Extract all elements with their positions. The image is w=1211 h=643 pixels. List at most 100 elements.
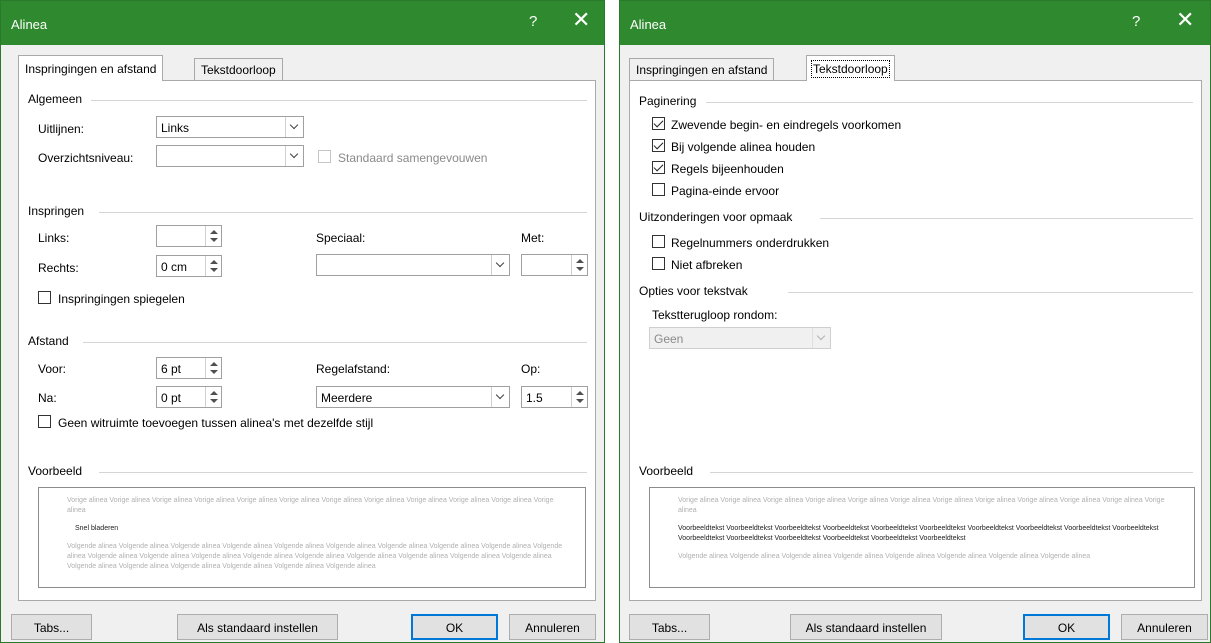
space-before-input[interactable]: 6 pt <box>156 357 222 379</box>
ok-button[interactable]: OK <box>1023 614 1110 640</box>
tab-indents-spacing[interactable]: Inspringingen en afstand <box>18 55 164 81</box>
widow-control-label: Zwevende begin- en eindregels voorkomen <box>671 118 902 132</box>
chevron-down-icon <box>491 255 509 275</box>
ok-button[interactable]: OK <box>411 614 498 640</box>
spinner-arrows-icon[interactable] <box>205 387 221 407</box>
preview-next-text: Volgende alinea Volgende alinea Volgende… <box>678 553 1091 560</box>
tab-panel: Algemeen Uitlijnen: Links Overzichtsnive… <box>18 80 596 601</box>
by-input[interactable] <box>521 254 588 276</box>
general-heading: Algemeen <box>28 92 83 106</box>
divider <box>820 218 1193 219</box>
tab-line-page-breaks[interactable]: Tekstdoorloop <box>806 55 895 81</box>
cancel-button[interactable]: Annuleren <box>509 614 596 640</box>
textbox-options-heading: Opties voor tekstvak <box>639 284 748 298</box>
no-space-same-style-label: Geen witruimte toevoegen tussen alinea's… <box>58 416 374 430</box>
paragraph-preview: Vorige alinea Vorige alinea Vorige aline… <box>649 487 1195 588</box>
title-bar: Alinea ? ✕ <box>620 1 1210 45</box>
line-spacing-label: Regelafstand: <box>316 362 391 376</box>
exceptions-heading: Uitzonderingen voor opmaak <box>639 210 793 224</box>
divider <box>99 212 587 213</box>
help-icon[interactable]: ? <box>529 13 537 30</box>
keep-with-next-label: Bij volgende alinea houden <box>671 140 816 154</box>
tabs-button[interactable]: Tabs... <box>629 614 710 640</box>
outline-level-select[interactable] <box>156 145 304 167</box>
keep-with-next-checkbox[interactable] <box>652 139 665 152</box>
align-select[interactable]: Links <box>156 116 304 138</box>
page-break-before-checkbox[interactable] <box>652 183 665 196</box>
spacing-heading: Afstand <box>28 334 69 348</box>
page-break-before-label: Pagina-einde ervoor <box>671 184 780 198</box>
preview-previous-text: Vorige alinea Vorige alinea Vorige aline… <box>678 497 1165 514</box>
no-space-same-style-checkbox[interactable] <box>38 415 51 428</box>
special-select[interactable] <box>316 254 510 276</box>
pagination-heading: Paginering <box>639 94 697 108</box>
indent-heading: Inspringen <box>28 204 85 218</box>
indent-left-label: Links: <box>38 231 70 245</box>
line-spacing-select[interactable]: Meerdere <box>316 386 510 408</box>
after-label: Na: <box>38 391 57 405</box>
indent-left-input[interactable] <box>156 225 222 247</box>
spinner-arrows-icon[interactable] <box>205 256 221 276</box>
tab-indents-spacing[interactable]: Inspringingen en afstand <box>629 58 775 80</box>
cancel-button[interactable]: Annuleren <box>1121 614 1208 640</box>
close-icon[interactable]: ✕ <box>1176 9 1194 31</box>
chevron-down-icon <box>491 387 509 407</box>
special-label: Speciaal: <box>316 231 366 245</box>
divider <box>83 342 587 343</box>
tabs-button[interactable]: Tabs... <box>11 614 92 640</box>
mirror-indents-checkbox[interactable] <box>38 291 51 304</box>
dialog-title: Alinea <box>11 17 48 32</box>
chevron-down-icon <box>285 146 303 166</box>
paragraph-dialog-line-breaks: Alinea ? ✕ Inspringingen en afstand Teks… <box>619 0 1211 643</box>
tab-panel: Paginering Zwevende begin- en eindregels… <box>629 80 1202 601</box>
paragraph-preview: Vorige alinea Vorige alinea Vorige aline… <box>38 487 586 588</box>
dont-hyphenate-checkbox[interactable] <box>652 257 665 270</box>
spinner-arrows-icon[interactable] <box>205 358 221 378</box>
keep-lines-together-label: Regels bijeenhouden <box>671 162 784 176</box>
mirror-indents-label: Inspringingen spiegelen <box>58 292 185 306</box>
at-label: Op: <box>521 362 541 376</box>
align-label: Uitlijnen: <box>38 122 85 136</box>
outline-level-label: Overzichtsniveau: <box>38 151 134 165</box>
chevron-down-icon <box>285 117 303 137</box>
space-after-input[interactable]: 0 pt <box>156 386 222 408</box>
align-value: Links <box>161 121 190 135</box>
before-label: Voor: <box>38 362 67 376</box>
suppress-line-numbers-checkbox[interactable] <box>652 235 665 248</box>
chevron-down-icon <box>812 328 830 348</box>
title-bar: Alinea ? ✕ <box>1 1 604 45</box>
divider <box>99 472 587 473</box>
preview-heading: Voorbeeld <box>639 464 694 478</box>
collapsed-label: Standaard samengevouwen <box>338 151 488 165</box>
divider <box>706 102 1193 103</box>
divider <box>91 100 587 101</box>
keep-lines-together-checkbox[interactable] <box>652 161 665 174</box>
preview-heading: Voorbeeld <box>28 464 83 478</box>
spinner-arrows-icon[interactable] <box>571 387 587 407</box>
preview-sample-text: Snel bladeren <box>75 525 119 532</box>
collapsed-checkbox[interactable] <box>318 150 331 163</box>
widow-control-checkbox[interactable] <box>652 117 665 130</box>
spinner-arrows-icon[interactable] <box>571 255 587 275</box>
preview-previous-text: Vorige alinea Vorige alinea Vorige aline… <box>67 497 554 514</box>
set-as-default-button[interactable]: Als standaard instellen <box>177 614 338 640</box>
close-icon[interactable]: ✕ <box>572 9 590 31</box>
preview-sample-text: Voorbeeldtekst Voorbeeldtekst Voorbeeldt… <box>678 525 1159 542</box>
divider <box>710 472 1193 473</box>
tab-line-page-breaks[interactable]: Tekstdoorloop <box>194 58 283 80</box>
set-as-default-button[interactable]: Als standaard instellen <box>790 614 942 640</box>
indent-right-label: Rechts: <box>38 261 79 275</box>
by-label: Met: <box>521 231 545 245</box>
help-icon[interactable]: ? <box>1132 13 1140 30</box>
text-wrap-select[interactable]: Geen <box>649 327 831 349</box>
paragraph-dialog-indents: Alinea ? ✕ Inspringingen en afstand Teks… <box>0 0 605 643</box>
dialog-title: Alinea <box>630 17 667 32</box>
text-wrap-label: Tekstterugloop rondom: <box>652 308 778 322</box>
divider <box>788 292 1193 293</box>
dont-hyphenate-label: Niet afbreken <box>671 258 743 272</box>
preview-next-text: Volgende alinea Volgende alinea Volgende… <box>67 543 563 570</box>
suppress-line-numbers-label: Regelnummers onderdrukken <box>671 236 830 250</box>
line-spacing-at-input[interactable]: 1.5 <box>521 386 588 408</box>
spinner-arrows-icon[interactable] <box>205 226 221 246</box>
indent-right-input[interactable]: 0 cm <box>156 255 222 277</box>
